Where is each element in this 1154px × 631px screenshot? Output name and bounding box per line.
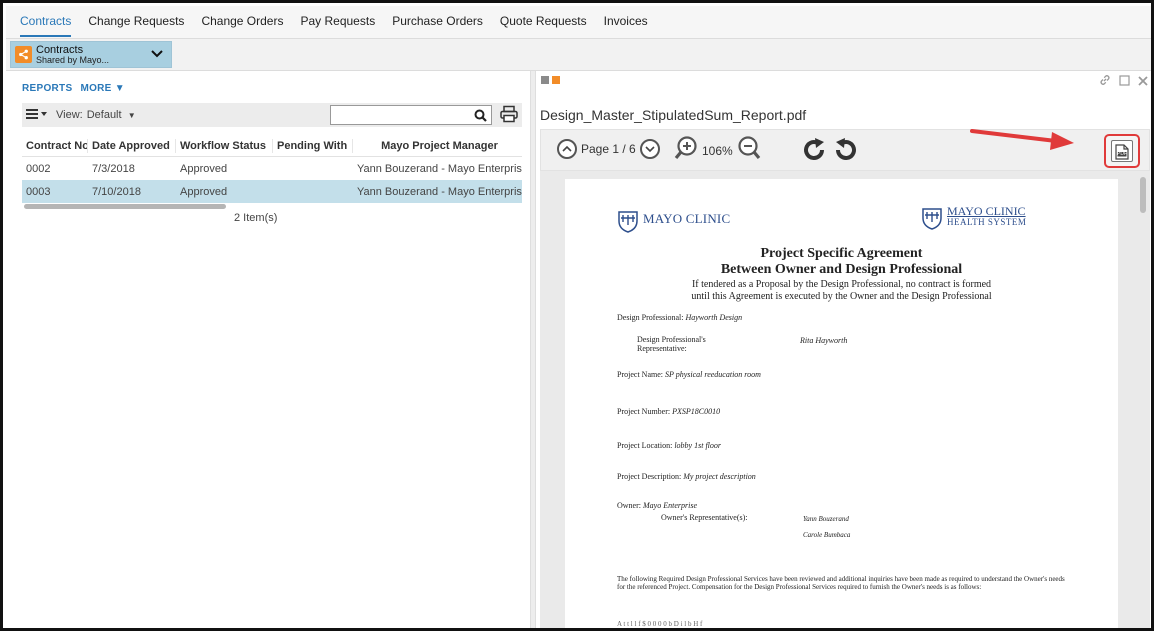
cut-off-line: A t t l l f $ 0 0 0 0 b D i l b H f — [617, 620, 703, 628]
document-note-line-1: If tendered as a Proposal by the Design … — [691, 279, 992, 290]
column-date-approved[interactable]: Date Approved — [88, 138, 176, 153]
cell-contract-no: 0002 — [26, 162, 51, 175]
more-menu[interactable]: MORE ▼ — [80, 83, 125, 94]
zoom-in-icon[interactable] — [674, 136, 698, 165]
share-icon — [15, 46, 32, 63]
shield-icon — [617, 209, 639, 237]
column-contract-no[interactable]: Contract No — [22, 138, 88, 153]
layout-square-gray[interactable] — [541, 76, 549, 84]
close-icon[interactable] — [1138, 75, 1148, 89]
document-title-line-1: Project Specific Agreement — [760, 246, 923, 261]
table-row-selected[interactable]: 0003 7/10/2018 Approved Yann Bouzerand -… — [22, 180, 522, 203]
layout-square-orange[interactable] — [552, 76, 560, 84]
services-paragraph: The following Required Design Profession… — [617, 575, 1065, 591]
column-workflow-status[interactable]: Workflow Status — [176, 138, 273, 153]
window-controls — [1099, 74, 1148, 89]
cell-status: Approved — [180, 185, 228, 198]
pdf-download-callout: PDF — [1104, 134, 1140, 168]
document-title-line-2: Between Owner and Design Professional — [720, 262, 963, 277]
field-representative-value: Rita Hayworth — [800, 336, 848, 345]
document-note-line-2: until this Agreement is executed by the … — [691, 291, 992, 302]
maximize-icon[interactable] — [1119, 74, 1130, 89]
field-project-description: Project Description: My project descript… — [617, 472, 756, 481]
contracts-list-pane: REPORTS MORE ▼ View: Default ▼ Contract … — [6, 71, 530, 628]
app-window: Contracts Change Requests Change Orders … — [0, 0, 1154, 631]
field-owner-rep-value-1: Yann Bouzerand — [803, 515, 849, 523]
mayo-clinic-health-system-logo: MAYO CLINIC HEALTH SYSTEM — [921, 205, 1026, 234]
context-title: Contracts — [36, 43, 84, 56]
pdf-download-button[interactable]: PDF — [1111, 140, 1133, 162]
tab-quote-requests[interactable]: Quote Requests — [500, 6, 587, 39]
context-bar: Contracts Shared by Mayo... — [6, 39, 1151, 71]
field-owner-rep-label: Owner's Representative(s): — [661, 513, 748, 522]
search-input[interactable] — [330, 105, 492, 125]
tab-invoices[interactable]: Invoices — [604, 6, 648, 39]
tab-contracts[interactable]: Contracts — [20, 6, 72, 39]
pdf-page: MAYO CLINIC MAYO CLINIC HEALTH SYSTEM Pr… — [565, 179, 1118, 628]
field-project-number: Project Number: PXSP18C0010 — [617, 407, 721, 416]
menu-icon[interactable] — [26, 108, 48, 123]
item-count: 2 Item(s) — [234, 212, 278, 224]
field-owner-rep-value-2: Carole Bumbaca — [803, 531, 851, 539]
chevron-down-icon — [645, 142, 655, 156]
view-select[interactable]: Default ▼ — [87, 109, 136, 121]
cell-date-approved: 7/3/2018 — [92, 162, 135, 175]
contracts-table: Contract No Date Approved Workflow Statu… — [22, 135, 522, 209]
context-picker[interactable]: Contracts Shared by Mayo... — [10, 41, 172, 68]
vertical-scrollbar[interactable] — [1140, 177, 1146, 213]
tab-pay-requests[interactable]: Pay Requests — [300, 6, 375, 39]
field-project-location: Project Location: lobby 1st floor — [617, 441, 721, 450]
chevron-up-icon — [562, 142, 572, 156]
cell-contract-no: 0003 — [26, 185, 51, 198]
view-label: View: — [56, 109, 83, 121]
field-owner: Owner: Mayo Enterprise — [617, 501, 697, 510]
previous-page-button[interactable] — [557, 139, 577, 159]
reports-link[interactable]: REPORTS — [22, 83, 72, 94]
layout-toggle[interactable] — [541, 76, 560, 84]
table-header: Contract No Date Approved Workflow Statu… — [22, 135, 522, 157]
cell-status: Approved — [180, 162, 228, 175]
tab-change-orders[interactable]: Change Orders — [201, 6, 283, 39]
field-representative-label: Design Professional's Representative: — [637, 335, 706, 353]
context-subtitle: Shared by Mayo... — [36, 54, 110, 65]
cell-manager: Yann Bouzerand - Mayo Enterpris — [357, 185, 522, 198]
pdf-viewer-pane: Design_Master_StipulatedSum_Report.pdf P… — [536, 71, 1151, 628]
tab-purchase-orders[interactable]: Purchase Orders — [392, 6, 483, 39]
caret-down-icon: ▼ — [114, 83, 125, 94]
red-arrow-annotation — [968, 123, 1078, 156]
print-icon[interactable] — [500, 105, 518, 126]
caret-down-icon: ▼ — [127, 111, 136, 120]
pdf-document-area[interactable]: MAYO CLINIC MAYO CLINIC HEALTH SYSTEM Pr… — [540, 171, 1150, 628]
cell-manager: Yann Bouzerand - Mayo Enterpris — [357, 162, 522, 175]
shield-icon — [921, 206, 943, 234]
pdf-file-icon: PDF — [1115, 144, 1129, 160]
pdf-filename: Design_Master_StipulatedSum_Report.pdf — [540, 107, 807, 123]
column-project-manager[interactable]: Mayo Project Manager — [353, 139, 522, 153]
field-project-name: Project Name: SP physical reeducation ro… — [617, 370, 761, 379]
cell-date-approved: 7/10/2018 — [92, 185, 141, 198]
rotate-counterclockwise-icon[interactable] — [833, 137, 859, 166]
zoom-level: 106% — [702, 143, 733, 158]
next-page-button[interactable] — [639, 139, 660, 159]
module-tabs: Contracts Change Requests Change Orders … — [6, 6, 1151, 39]
link-icon[interactable] — [1099, 74, 1111, 89]
rotate-clockwise-icon[interactable] — [801, 137, 827, 166]
list-toolbar: View: Default ▼ — [22, 103, 522, 127]
tab-change-requests[interactable]: Change Requests — [88, 6, 184, 39]
search-icon[interactable] — [474, 109, 487, 125]
chevron-down-icon[interactable] — [151, 48, 163, 62]
field-design-professional: Design Professional: Hayworth Design — [617, 313, 743, 322]
table-row[interactable]: 0002 7/3/2018 Approved Yann Bouzerand - … — [22, 157, 522, 180]
zoom-out-icon[interactable] — [737, 136, 761, 165]
page-indicator: Page 1 / 6 — [581, 142, 636, 156]
column-pending-with[interactable]: Pending With — [273, 138, 353, 153]
horizontal-scrollbar[interactable] — [24, 204, 226, 209]
reports-bar: REPORTS MORE ▼ — [22, 83, 125, 94]
mayo-clinic-logo: MAYO CLINIC — [617, 209, 730, 237]
